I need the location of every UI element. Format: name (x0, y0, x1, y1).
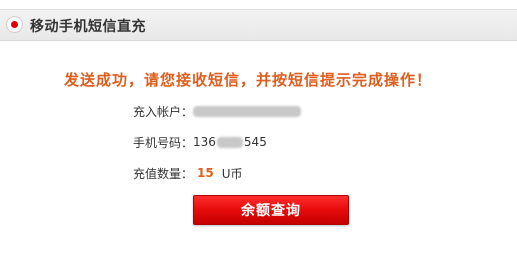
phone-value: 136 545 (193, 135, 267, 149)
phone-label: 手机号码： (133, 135, 194, 150)
phone-suffix: 545 (243, 135, 267, 149)
account-value-masked (193, 105, 302, 117)
red-dot-bullet-icon (7, 17, 22, 32)
account-label: 充入帐户： (133, 104, 194, 119)
amount-row: 充值数量： 15 U币 (133, 164, 243, 182)
phone-row: 手机号码： 136 545 (133, 133, 267, 151)
section-title: 移动手机短信直充 (30, 19, 146, 35)
balance-query-button[interactable]: 余额查询 (193, 195, 349, 225)
amount-unit: U币 (221, 166, 243, 181)
phone-prefix: 136 (193, 135, 216, 149)
account-row: 充入帐户： (133, 102, 302, 120)
section-header: 移动手机短信直充 (0, 9, 517, 41)
amount-value: 15 (197, 166, 214, 180)
success-message: 发送成功，请您接收短信，并按短信提示完成操作！ (64, 71, 433, 89)
amount-label: 充值数量： (133, 166, 194, 181)
